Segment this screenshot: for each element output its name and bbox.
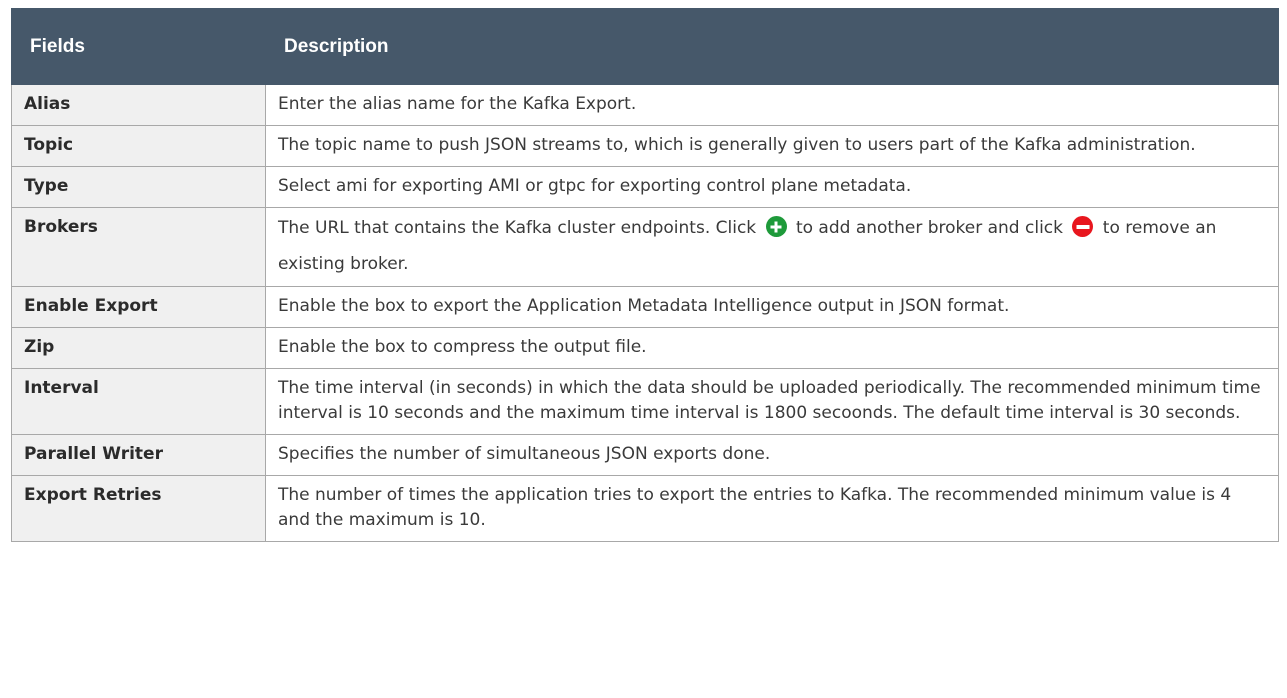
field-description: The number of times the application trie… <box>265 475 1279 542</box>
field-name: Parallel Writer <box>11 434 266 476</box>
field-name: Enable Export <box>11 286 266 328</box>
field-name: Interval <box>11 368 266 435</box>
table-row-brokers: Brokers The URL that contains the Kafka … <box>11 207 1279 287</box>
field-name: Alias <box>11 84 266 126</box>
header-description: Description <box>265 8 1279 85</box>
field-name: Export Retries <box>11 475 266 542</box>
field-description: Specifies the number of simultaneous JSO… <box>265 434 1279 476</box>
table-row-parallel-writer: Parallel Writer Specifies the number of … <box>11 434 1279 476</box>
field-name: Topic <box>11 125 266 167</box>
brokers-text-between: to add another broker and click <box>790 218 1069 238</box>
add-circle-icon <box>765 216 787 237</box>
brokers-text-before-add: The URL that contains the Kafka cluster … <box>278 218 762 238</box>
table-header-row: Fields Description <box>11 8 1279 85</box>
field-description: Enable the box to compress the output fi… <box>265 327 1279 369</box>
table-row-export-retries: Export Retries The number of times the a… <box>11 475 1279 542</box>
field-description: The time interval (in seconds) in which … <box>265 368 1279 435</box>
field-description: The URL that contains the Kafka cluster … <box>265 207 1279 287</box>
fields-table: Fields Description Alias Enter the alias… <box>11 8 1279 542</box>
field-name: Brokers <box>11 207 266 287</box>
field-description: Enable the box to export the Application… <box>265 286 1279 328</box>
table-row-topic: Topic The topic name to push JSON stream… <box>11 125 1279 167</box>
fields-table-container: Fields Description Alias Enter the alias… <box>11 8 1279 542</box>
table-row-zip: Zip Enable the box to compress the outpu… <box>11 327 1279 369</box>
table-row-enable-export: Enable Export Enable the box to export t… <box>11 286 1279 328</box>
remove-circle-icon <box>1072 216 1094 237</box>
table-row-type: Type Select ami for exporting AMI or gtp… <box>11 166 1279 208</box>
field-description: The topic name to push JSON streams to, … <box>265 125 1279 167</box>
field-name: Type <box>11 166 266 208</box>
field-name: Zip <box>11 327 266 369</box>
field-description: Enter the alias name for the Kafka Expor… <box>265 84 1279 126</box>
field-description: Select ami for exporting AMI or gtpc for… <box>265 166 1279 208</box>
header-fields: Fields <box>11 8 266 85</box>
table-row-interval: Interval The time interval (in seconds) … <box>11 368 1279 435</box>
table-row-alias: Alias Enter the alias name for the Kafka… <box>11 84 1279 126</box>
